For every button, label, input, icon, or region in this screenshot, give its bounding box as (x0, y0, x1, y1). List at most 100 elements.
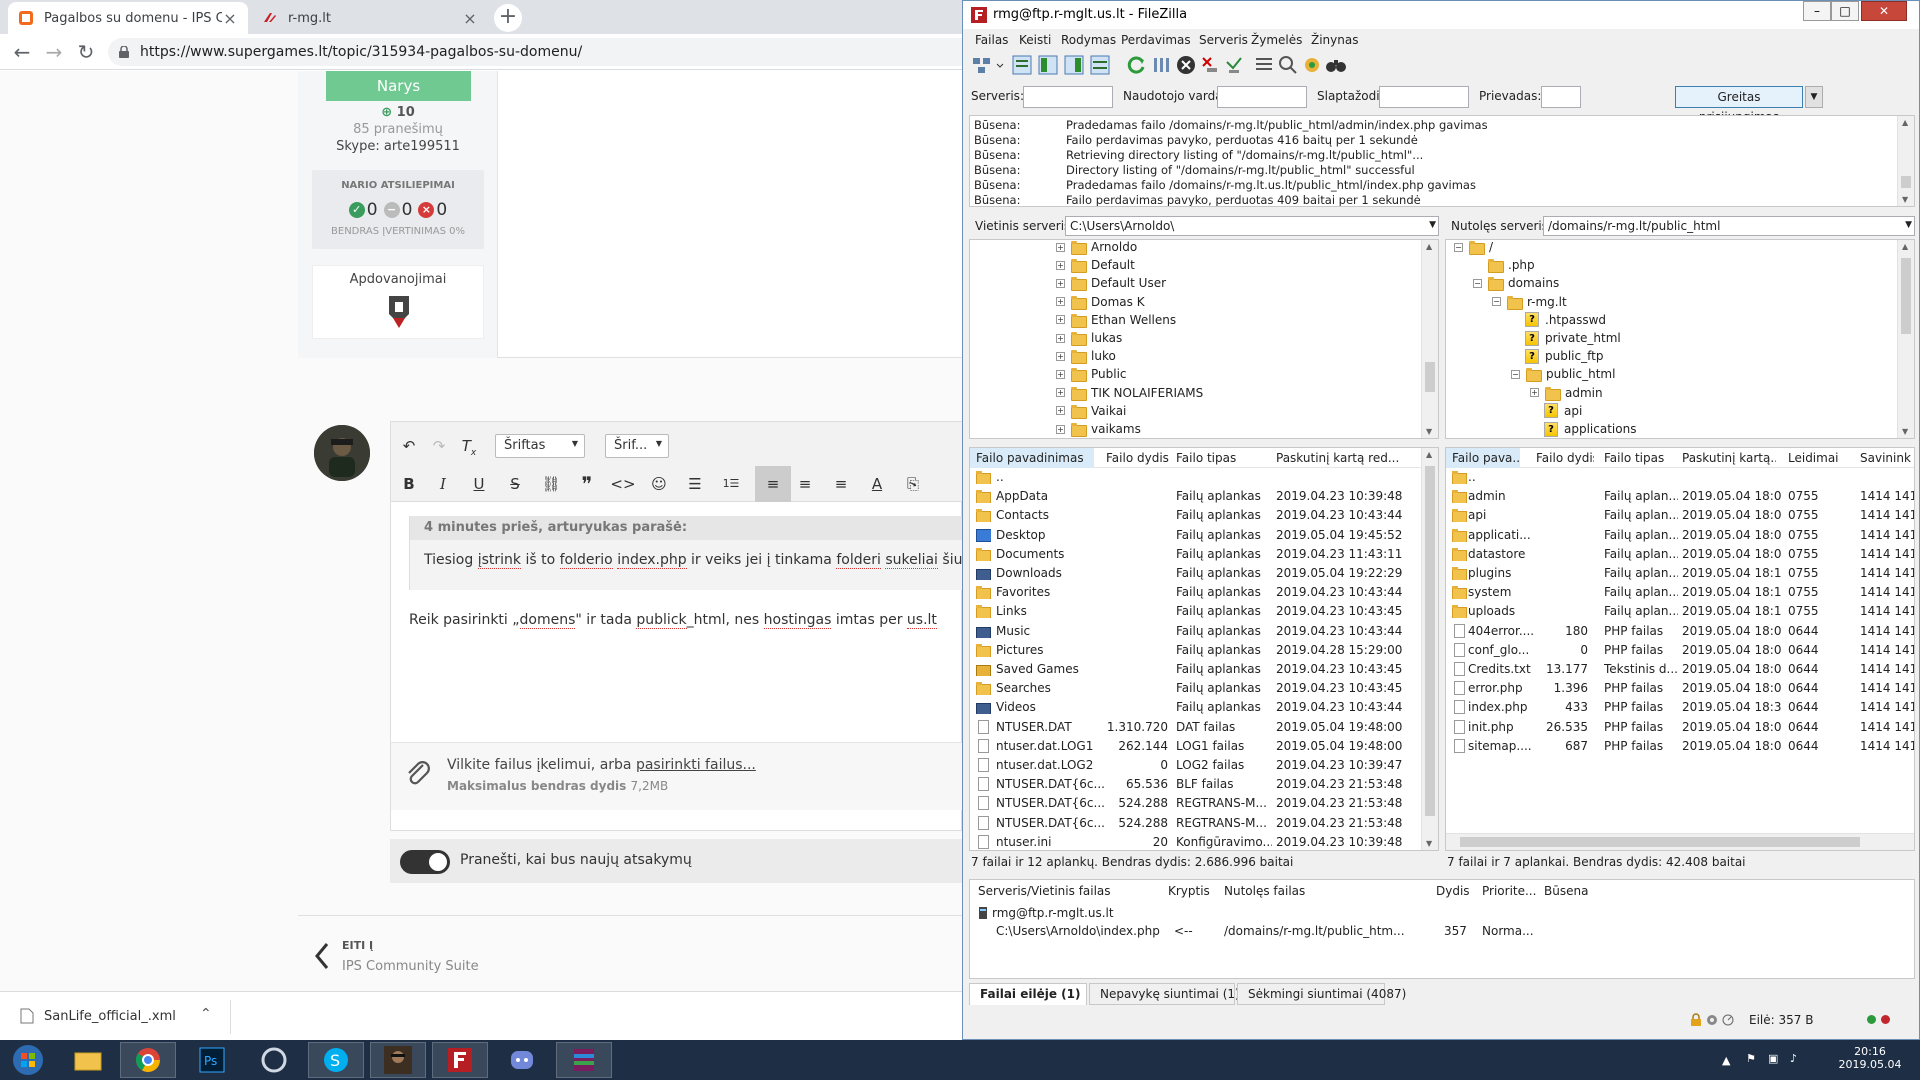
expand-icon[interactable]: + (1056, 406, 1065, 416)
col-name[interactable]: Failo pavadinimas (970, 448, 1094, 468)
misspelled-word[interactable]: index.php (617, 552, 687, 569)
tree-node[interactable]: + TIK NOLAIFERIAMS (1056, 384, 1203, 402)
taskbar-headset-app[interactable] (246, 1042, 302, 1078)
toggle-local-tree-icon[interactable] (1037, 54, 1059, 76)
log-scrollbar[interactable]: ▲ ▼ (1897, 116, 1914, 206)
remote-tree-node[interactable]: ? api (1530, 402, 1582, 420)
bold-button[interactable]: B (395, 470, 423, 498)
code-icon[interactable]: <> (609, 470, 637, 498)
local-file-row[interactable]: ntuser.dat.LOG1 262.144 LOG1 failas 2019.05… (970, 737, 1438, 756)
taskbar-game[interactable] (370, 1042, 426, 1078)
remote-file-row[interactable]: plugins Failų aplan... 2019.05.04 18:1... 0… (1446, 564, 1914, 583)
remote-tree-node[interactable]: ? private_html (1511, 329, 1621, 347)
expand-icon[interactable]: − (1511, 369, 1520, 379)
maximize-button[interactable]: □ (1831, 1, 1859, 21)
local-file-row[interactable]: AppData Failų aplankas 2019.04.23 10:39:48 (970, 487, 1438, 506)
col-owner[interactable]: Savinink (1860, 451, 1914, 465)
col-size[interactable]: Failo dydis (1106, 451, 1172, 465)
address-bar[interactable]: https://www.supergames.lt/topic/315934-p… (108, 38, 962, 66)
italic-button[interactable]: I (429, 470, 457, 498)
clock[interactable]: 20:16 2019.05.04 (1836, 1045, 1904, 1071)
col-permissions[interactable]: Leidimai (1788, 451, 1844, 465)
remote-file-row[interactable]: index.php 433 PHP failas 2019.05.04 18:3...… (1446, 698, 1914, 717)
tab-successful[interactable]: Sėkmingi siuntimai (4087) (1237, 983, 1406, 1005)
tab-supergames[interactable]: Pagalbos su domenu - IPS Comm × (8, 2, 248, 34)
show-hidden-icons[interactable]: ▲ (1722, 1054, 1730, 1067)
misspelled-word[interactable]: domens (519, 612, 576, 629)
tree-node[interactable]: + Vaikai (1056, 402, 1126, 420)
local-file-row[interactable]: NTUSER.DAT 1.310.720 DAT failas 2019.05.04 … (970, 718, 1438, 737)
misspelled-word[interactable]: us.lt (906, 612, 937, 629)
download-item[interactable]: SanLife_official_.xml (20, 1008, 176, 1024)
expand-icon[interactable]: + (1056, 424, 1065, 434)
tree-node[interactable]: + luko (1056, 347, 1116, 365)
local-file-row[interactable]: Videos Failų aplankas 2019.04.23 10:43:44 (970, 698, 1438, 717)
reload-button[interactable]: ↻ (74, 40, 98, 64)
emoji-icon[interactable]: ☺ (645, 470, 673, 498)
windows-start-icon[interactable] (4, 1042, 52, 1078)
expand-icon[interactable]: + (1530, 388, 1539, 398)
local-file-row[interactable]: ntuser.ini 20 Konfigūravimo... 2019.04.23 1… (970, 833, 1438, 850)
tree-node[interactable]: + lukas (1056, 329, 1122, 347)
misspelled-word[interactable]: hostingas (763, 612, 832, 629)
expand-icon[interactable]: + (1056, 260, 1065, 270)
remote-file-row[interactable]: Credits.txt 13.177 Tekstinis d... 2019.05.0… (1446, 660, 1914, 679)
expand-icon[interactable]: + (1056, 333, 1065, 343)
remote-tree-node[interactable]: ? public_ftp (1511, 347, 1603, 365)
expand-icon[interactable]: − (1454, 242, 1463, 252)
menu-zymeles[interactable]: Žymelės (1251, 33, 1302, 47)
tab-rmg[interactable]: r-mg.lt × (252, 2, 488, 34)
taskbar-winrar[interactable] (556, 1042, 612, 1078)
taskbar-chrome[interactable] (120, 1042, 176, 1078)
underline-button[interactable]: U (465, 470, 493, 498)
bullet-list-icon[interactable]: ☰ (681, 470, 709, 498)
remote-tree-node[interactable]: − domains (1473, 274, 1559, 292)
taskbar-photoshop[interactable]: Ps (184, 1042, 240, 1078)
col-size[interactable]: Failo dydis (1536, 451, 1594, 465)
remote-path-input[interactable]: /domains/r-mg.lt/public_html ▼ (1543, 216, 1915, 236)
misspelled-word[interactable]: folderio (559, 552, 613, 569)
chevron-down-icon[interactable]: ▼ (1429, 220, 1436, 230)
tree-node[interactable]: + Default (1056, 256, 1135, 274)
local-file-row[interactable]: NTUSER.DAT{6c... 524.288 REGTRANS-M... 2019… (970, 794, 1438, 813)
filter-icon[interactable] (1253, 54, 1275, 76)
misspelled-word[interactable]: publick (636, 612, 687, 629)
local-file-row[interactable]: Documents Failų aplankas 2019.04.23 11:43:… (970, 545, 1438, 564)
remote-tree-scrollbar[interactable]: ▲ ▼ (1897, 240, 1914, 438)
user-avatar[interactable] (314, 425, 370, 481)
col-type[interactable]: Failo tipas (1176, 451, 1256, 465)
local-file-row[interactable]: Music Failų aplankas 2019.04.23 10:43:44 (970, 622, 1438, 641)
remote-file-row[interactable]: admin Failų aplan... 2019.05.04 18:0... 075… (1446, 487, 1914, 506)
local-path-input[interactable]: C:\Users\Arnoldo\ ▼ (1065, 216, 1439, 236)
menu-failas[interactable]: Failas (975, 33, 1008, 47)
remote-file-row[interactable]: .. (1446, 468, 1914, 487)
local-file-row[interactable]: NTUSER.DAT{6c... 524.288 REGTRANS-M... 2019… (970, 814, 1438, 833)
misspelled-word[interactable]: įstrink (477, 552, 522, 569)
col-modified[interactable]: Paskutinį kartą... (1682, 451, 1776, 465)
attachment-area[interactable]: Vilkite failus įkelimui, arba pasirinkti… (391, 742, 962, 810)
queue-col-local[interactable]: Serveris/Vietinis failas (978, 884, 1111, 898)
chevron-down-icon[interactable]: ▼ (1905, 220, 1912, 230)
quickconnect-history-button[interactable]: ▼ (1805, 86, 1823, 108)
remote-file-row[interactable]: error.php 1.396 PHP failas 2019.05.04 18:0.… (1446, 679, 1914, 698)
queue-server-row[interactable]: rmg@ftp.r-mglt.us.lt (970, 904, 1914, 923)
tree-node[interactable]: + Arnoldo (1056, 240, 1137, 256)
remote-file-row[interactable]: system Failų aplan... 2019.05.04 18:1... 07… (1446, 583, 1914, 602)
link-icon[interactable]: ⛓ (537, 470, 565, 498)
server-input[interactable] (1023, 86, 1113, 108)
expand-icon[interactable]: + (1056, 351, 1065, 361)
redo-button[interactable]: ↷ (425, 432, 453, 460)
tree-node[interactable]: + Domas K (1056, 293, 1145, 311)
remote-tree-node[interactable]: ? applications (1530, 420, 1636, 438)
toggle-remote-tree-icon[interactable] (1063, 54, 1085, 76)
local-files-scrollbar[interactable]: ▲ ▼ (1421, 448, 1438, 850)
local-file-row[interactable]: Saved Games Failų aplankas 2019.04.23 10:4… (970, 660, 1438, 679)
menu-rodymas[interactable]: Rodymas (1061, 33, 1116, 47)
taskbar-explorer[interactable] (60, 1042, 116, 1078)
local-file-row[interactable]: ntuser.dat.LOG2 0 LOG2 failas 2019.04.23 10… (970, 756, 1438, 775)
taskbar-skype[interactable]: S (308, 1042, 364, 1078)
network-icon[interactable]: ▣ (1768, 1052, 1778, 1065)
quote-icon[interactable]: ❞ (573, 470, 601, 498)
preview-icon[interactable]: ⎘ (899, 470, 927, 498)
queue-file-row[interactable]: C:\Users\Arnoldo\index.php <-- /domains/… (970, 922, 1914, 941)
